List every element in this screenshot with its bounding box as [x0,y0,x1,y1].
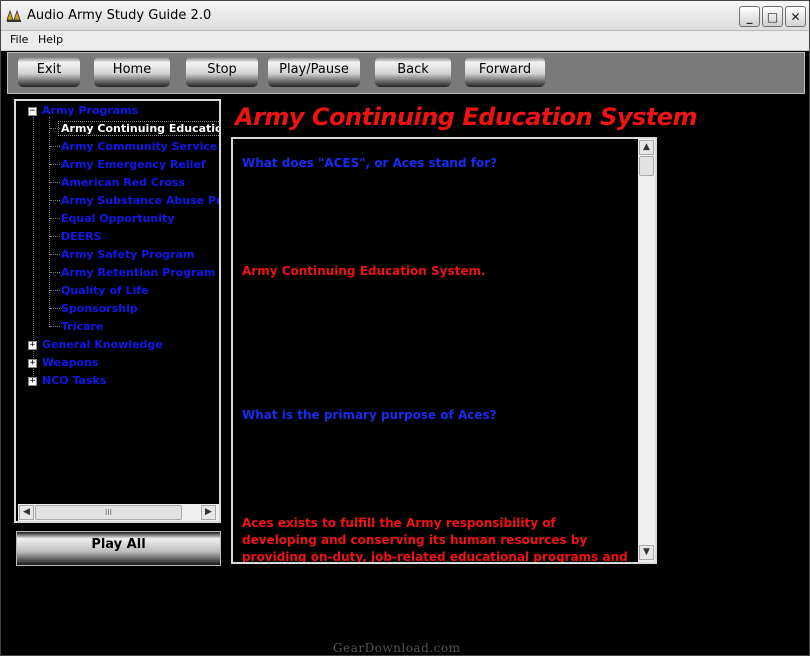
collapse-icon[interactable]: − [28,107,37,116]
scroll-down-arrow-icon[interactable]: ▼ [639,545,654,560]
expand-icon[interactable]: + [28,359,37,368]
tree-node-safety[interactable]: Army Safety Program [61,248,194,261]
qa-vertical-scrollbar[interactable]: ▲ ▼ [638,139,655,562]
tree-node-weapons[interactable]: Weapons [42,356,98,369]
tree-node-deers[interactable]: DEERS [61,230,102,243]
toolbar: Exit Home Stop Play/Pause Back Forward [7,52,805,94]
menu-help[interactable]: Help [38,33,63,46]
tree-node-acs[interactable]: Army Community Service [61,140,217,153]
forward-button[interactable]: Forward [465,57,545,87]
tree-node-general-knowledge[interactable]: General Knowledge [42,338,163,351]
tree-line [49,117,50,327]
close-button[interactable]: ✕ [785,6,806,27]
topic-tree[interactable]: − Army Programs Army Continuing Educatio… [14,99,221,523]
answer-text: Aces exists to fulfill the Army responsi… [242,516,628,564]
scroll-left-arrow-icon[interactable]: ◀ [19,505,34,520]
tree-node-quality-of-life[interactable]: Quality of Life [61,284,149,297]
scroll-right-arrow-icon[interactable]: ▶ [201,505,216,520]
tree-node-equal-opportunity[interactable]: Equal Opportunity [61,212,174,225]
scroll-up-arrow-icon[interactable]: ▲ [639,140,654,155]
answer-text: Army Continuing Education System. [242,264,486,278]
app-window: Audio Army Study Guide 2.0 _ □ ✕ File He… [0,0,810,656]
qa-panel[interactable]: What does "ACES", or Aces stand for? Arm… [231,137,657,564]
tree-node-asap[interactable]: Army Substance Abuse Program [61,194,219,207]
minimize-button[interactable]: _ [739,6,760,27]
watermark: GearDownload.com [333,641,461,655]
app-icon [6,9,21,22]
title-bar: Audio Army Study Guide 2.0 _ □ ✕ [1,1,809,31]
tree-node-aces[interactable]: Army Continuing Education System [58,121,219,136]
tree-node-army-programs[interactable]: Army Programs [42,104,138,117]
menu-file[interactable]: File [10,33,28,46]
tree-horizontal-scrollbar[interactable]: ◀ III ▶ [18,504,219,521]
window-title: Audio Army Study Guide 2.0 [27,8,212,23]
question-text: What is the primary purpose of Aces? [242,408,497,422]
tree-node-sponsorship[interactable]: Sponsorship [61,302,138,315]
home-button[interactable]: Home [94,57,170,87]
section-heading: Army Continuing Education System [235,103,698,131]
scroll-thumb[interactable]: III [35,505,182,520]
question-text: What does "ACES", or Aces stand for? [242,156,498,170]
tree-node-nco-tasks[interactable]: NCO Tasks [42,374,106,387]
tree-node-red-cross[interactable]: American Red Cross [61,176,185,189]
menu-bar: File Help [1,31,809,51]
maximize-button[interactable]: □ [762,6,783,27]
scroll-thumb[interactable] [639,156,654,176]
expand-icon[interactable]: + [28,341,37,350]
play-pause-button[interactable]: Play/Pause [268,57,360,87]
tree-node-aer[interactable]: Army Emergency Relief [61,158,206,171]
exit-button[interactable]: Exit [18,57,80,87]
expand-icon[interactable]: + [28,377,37,386]
stop-button[interactable]: Stop [186,57,258,87]
tree-node-retention[interactable]: Army Retention Program [61,266,215,279]
play-all-button[interactable]: Play All [16,531,221,566]
tree-node-tricare[interactable]: Tricare [61,320,103,333]
back-button[interactable]: Back [375,57,451,87]
